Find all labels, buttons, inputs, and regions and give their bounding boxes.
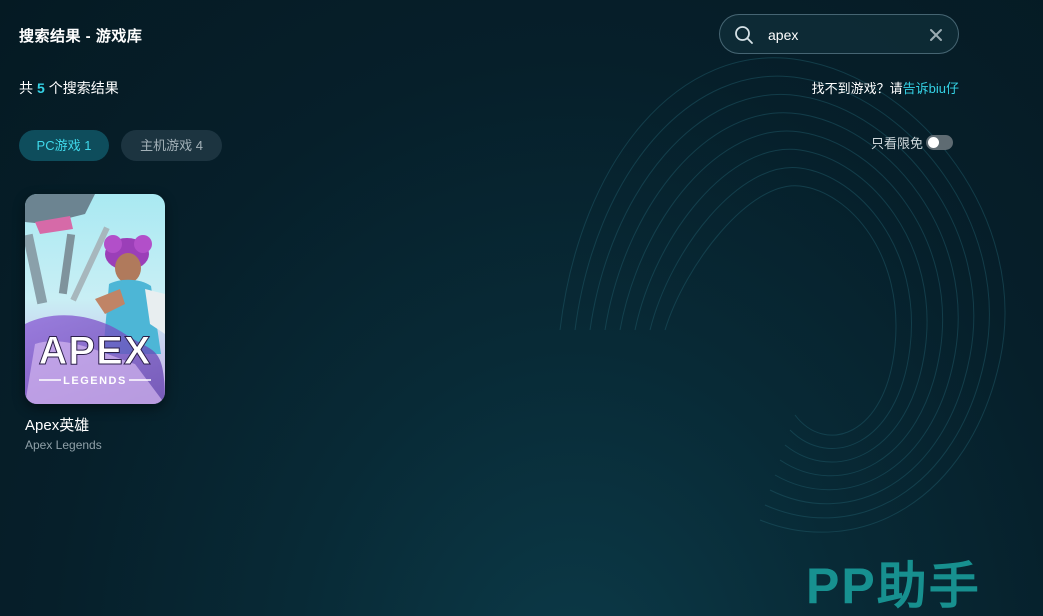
search-input[interactable] bbox=[768, 24, 918, 46]
feedback-link[interactable]: 告诉biu仔 bbox=[903, 81, 959, 96]
search-icon bbox=[735, 26, 753, 44]
cover-title-text: APEX bbox=[39, 329, 152, 373]
game-cover-image[interactable]: APEX LEGENDS bbox=[25, 194, 165, 404]
result-count: 共 5 个搜索结果 bbox=[19, 78, 119, 98]
cover-subtitle-text: LEGENDS bbox=[63, 375, 127, 387]
search-box[interactable] bbox=[719, 14, 959, 54]
feedback-prompt: 找不到游戏？请告诉biu仔 bbox=[812, 78, 959, 97]
free-only-filter: 只看限免 bbox=[871, 133, 954, 151]
result-count-suffix: 个搜索结果 bbox=[48, 80, 119, 96]
free-only-label: 只看限免 bbox=[871, 135, 924, 151]
result-count-prefix: 共 bbox=[19, 80, 33, 96]
free-only-toggle[interactable] bbox=[926, 134, 954, 150]
game-card[interactable]: APEX LEGENDS Apex英雄 Apex Legends bbox=[25, 194, 165, 452]
feedback-text: 找不到游戏？请 bbox=[811, 81, 903, 96]
result-count-number: 5 bbox=[37, 80, 45, 96]
page-title: 搜索结果 - 游戏库 bbox=[19, 28, 143, 45]
tab-console-games[interactable]: 主机游戏 4 bbox=[121, 130, 222, 161]
tab-pc-games[interactable]: PC游戏 1 bbox=[19, 130, 109, 161]
brand-logo: PP助手 bbox=[806, 558, 981, 614]
game-title: Apex英雄 bbox=[25, 417, 90, 434]
toggle-knob bbox=[928, 136, 940, 148]
game-subtitle: Apex Legends bbox=[25, 438, 102, 452]
close-icon[interactable] bbox=[927, 26, 945, 44]
